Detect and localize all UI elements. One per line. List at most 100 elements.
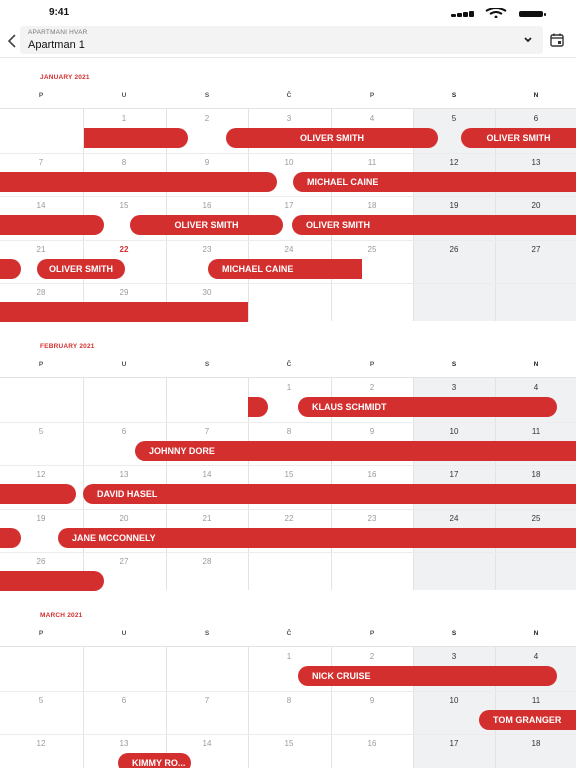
- day-number[interactable]: 10: [413, 696, 495, 705]
- day-number[interactable]: 6: [83, 427, 165, 436]
- booking-bar[interactable]: OLIVER SMITH: [226, 128, 438, 148]
- day-number[interactable]: 28: [166, 557, 248, 566]
- day-number[interactable]: 21: [166, 514, 248, 523]
- day-number[interactable]: 8: [83, 158, 165, 167]
- day-number[interactable]: 7: [166, 427, 248, 436]
- day-number[interactable]: 30: [166, 288, 248, 297]
- day-number[interactable]: 4: [495, 652, 576, 661]
- booking-bar[interactable]: NICK CRUISE: [298, 666, 557, 686]
- day-number[interactable]: 8: [248, 696, 330, 705]
- day-number[interactable]: 2: [331, 383, 413, 392]
- booking-bar[interactable]: DAVID HASEL: [83, 484, 576, 504]
- day-number[interactable]: 11: [331, 158, 413, 167]
- day-number[interactable]: 16: [331, 739, 413, 748]
- booking-bar[interactable]: KLAUS SCHMIDT: [298, 397, 557, 417]
- day-number[interactable]: 14: [166, 470, 248, 479]
- day-number[interactable]: 16: [166, 201, 248, 210]
- day-number[interactable]: 17: [413, 470, 495, 479]
- day-number[interactable]: 13: [83, 739, 165, 748]
- day-number[interactable]: 12: [413, 158, 495, 167]
- day-number[interactable]: 26: [0, 557, 82, 566]
- day-number[interactable]: 21: [0, 245, 82, 254]
- day-number[interactable]: 11: [495, 427, 576, 436]
- booking-bar[interactable]: [0, 528, 21, 548]
- booking-bar[interactable]: MICHAEL CAINE: [208, 259, 362, 279]
- booking-bar[interactable]: [0, 302, 248, 322]
- day-number[interactable]: 23: [331, 514, 413, 523]
- booking-bar[interactable]: OLIVER SMITH: [461, 128, 576, 148]
- day-number[interactable]: 8: [248, 427, 330, 436]
- day-number[interactable]: 1: [248, 383, 330, 392]
- booking-bar[interactable]: OLIVER SMITH: [292, 215, 576, 235]
- booking-bar[interactable]: [248, 397, 268, 417]
- day-number[interactable]: 4: [331, 114, 413, 123]
- day-number[interactable]: 15: [248, 739, 330, 748]
- day-number[interactable]: 5: [0, 696, 82, 705]
- day-number[interactable]: 19: [0, 514, 82, 523]
- day-number[interactable]: 18: [495, 739, 576, 748]
- booking-bar[interactable]: KIMMY RO...: [118, 753, 191, 768]
- day-number[interactable]: 22: [248, 514, 330, 523]
- day-number[interactable]: 18: [331, 201, 413, 210]
- day-number[interactable]: 3: [248, 114, 330, 123]
- day-number[interactable]: 15: [248, 470, 330, 479]
- booking-bar[interactable]: OLIVER SMITH: [130, 215, 283, 235]
- booking-bar[interactable]: MICHAEL CAINE: [293, 172, 576, 192]
- day-number[interactable]: 14: [166, 739, 248, 748]
- day-number[interactable]: 3: [413, 383, 495, 392]
- day-number[interactable]: 26: [413, 245, 495, 254]
- day-number[interactable]: 6: [83, 696, 165, 705]
- day-number[interactable]: 22: [83, 245, 165, 254]
- day-number[interactable]: 16: [331, 470, 413, 479]
- day-number[interactable]: 2: [331, 652, 413, 661]
- day-number[interactable]: 7: [166, 696, 248, 705]
- day-number[interactable]: 10: [413, 427, 495, 436]
- day-number[interactable]: 18: [495, 470, 576, 479]
- booking-bar[interactable]: JANE MCCONNELY: [58, 528, 576, 548]
- booking-bar[interactable]: OLIVER SMITH: [37, 259, 125, 279]
- day-number[interactable]: 13: [495, 158, 576, 167]
- day-number[interactable]: 14: [0, 201, 82, 210]
- booking-bar[interactable]: [0, 259, 21, 279]
- day-number[interactable]: 19: [413, 201, 495, 210]
- booking-bar[interactable]: [0, 215, 104, 235]
- chevron-left-icon[interactable]: [2, 30, 22, 52]
- day-number[interactable]: 10: [248, 158, 330, 167]
- day-number[interactable]: 25: [331, 245, 413, 254]
- day-number[interactable]: 7: [0, 158, 82, 167]
- booking-bar[interactable]: [0, 571, 104, 591]
- day-number[interactable]: 20: [83, 514, 165, 523]
- day-number[interactable]: 25: [495, 514, 576, 523]
- booking-bar[interactable]: TOM GRANGER: [479, 710, 576, 730]
- calendar-icon[interactable]: [549, 32, 565, 48]
- day-number[interactable]: 3: [413, 652, 495, 661]
- day-number[interactable]: 4: [495, 383, 576, 392]
- day-number[interactable]: 12: [0, 470, 82, 479]
- booking-bar[interactable]: [0, 484, 76, 504]
- day-number[interactable]: 24: [413, 514, 495, 523]
- day-number[interactable]: 1: [83, 114, 165, 123]
- day-number[interactable]: 5: [413, 114, 495, 123]
- day-number[interactable]: 29: [83, 288, 165, 297]
- day-number[interactable]: 12: [0, 739, 82, 748]
- day-number[interactable]: 1: [248, 652, 330, 661]
- day-number[interactable]: 15: [83, 201, 165, 210]
- day-number[interactable]: 9: [166, 158, 248, 167]
- day-number[interactable]: 17: [413, 739, 495, 748]
- booking-bar[interactable]: [84, 128, 188, 148]
- booking-bar[interactable]: [0, 172, 277, 192]
- day-number[interactable]: 27: [83, 557, 165, 566]
- day-number[interactable]: 9: [331, 696, 413, 705]
- day-number[interactable]: 6: [495, 114, 576, 123]
- day-number[interactable]: 13: [83, 470, 165, 479]
- day-number[interactable]: 17: [248, 201, 330, 210]
- day-number[interactable]: 11: [495, 696, 576, 705]
- day-number[interactable]: 20: [495, 201, 576, 210]
- day-number[interactable]: 5: [0, 427, 82, 436]
- booking-bar[interactable]: JOHNNY DORE: [135, 441, 576, 461]
- day-number[interactable]: 9: [331, 427, 413, 436]
- day-number[interactable]: 28: [0, 288, 82, 297]
- day-number[interactable]: 27: [495, 245, 576, 254]
- apartment-selector[interactable]: APARTMANI HVAR Apartman 1: [20, 26, 543, 54]
- day-number[interactable]: 2: [166, 114, 248, 123]
